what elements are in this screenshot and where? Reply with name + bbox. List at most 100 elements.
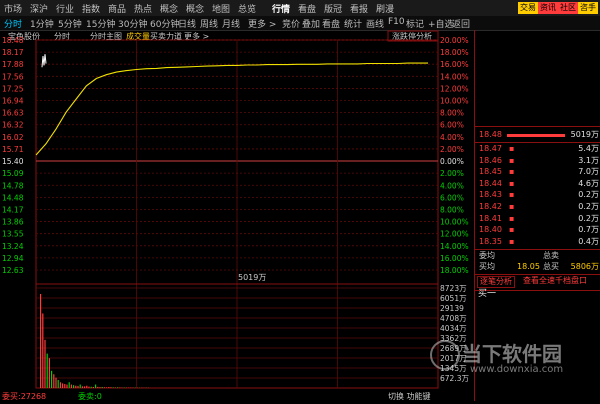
buy-price: 18.40 xyxy=(479,225,502,235)
orderbook-sell-row[interactable]: 18.485019万 xyxy=(475,130,600,140)
price-line xyxy=(36,63,428,155)
pct-tick-label: 10.00% xyxy=(440,97,469,106)
top-button-2[interactable]: 社区 xyxy=(558,2,578,14)
toolbar-button-3[interactable]: 统计 xyxy=(344,17,362,30)
period-tab-7[interactable]: 周线 xyxy=(200,17,218,30)
queue-label: 买一 xyxy=(478,286,496,299)
menu-item-10[interactable]: 行情 xyxy=(272,2,290,15)
volume-bar xyxy=(75,386,76,388)
volume-bar xyxy=(86,386,87,388)
ask-volume-label: 委卖:0 xyxy=(78,391,102,401)
period-tab-4[interactable]: 30分钟 xyxy=(118,17,147,30)
period-tab-8[interactable]: 月线 xyxy=(222,17,240,30)
volume-bar xyxy=(102,387,103,388)
price-tick-label: 12.94 xyxy=(2,254,24,263)
pct-tick-label: 4.00% xyxy=(440,133,464,142)
menu-item-9[interactable]: 总览 xyxy=(238,2,256,15)
volume-bar xyxy=(93,387,94,388)
switch-function-label[interactable]: 切换 功能键 xyxy=(388,391,431,401)
toolbar-button-7[interactable]: +自选 xyxy=(428,17,454,30)
buy-volume-dot-icon: ▪ xyxy=(509,167,514,177)
menu-item-2[interactable]: 行业 xyxy=(56,2,74,15)
menu-item-3[interactable]: 指数 xyxy=(82,2,100,15)
orderbook-buy-row[interactable]: 18.40 ▪ 0.7万 xyxy=(475,225,600,235)
toolbar-button-1[interactable]: 叠加 xyxy=(302,17,320,30)
watermark-logo-icon xyxy=(430,340,460,370)
full-depth-tab[interactable]: 查看全速千档盘口 xyxy=(523,276,587,286)
toolbar-button-4[interactable]: 画线 xyxy=(366,17,384,30)
period-tab-3[interactable]: 15分钟 xyxy=(86,17,115,30)
top-button-0[interactable]: 交易 xyxy=(518,2,538,14)
buy-volume-dot-icon: ▪ xyxy=(509,225,514,235)
volume-tick-label: 672.3万 xyxy=(440,374,469,383)
volume-bar xyxy=(69,382,70,388)
volume-bar xyxy=(42,313,43,388)
menu-item-7[interactable]: 概念 xyxy=(186,2,204,15)
pct-tick-label: 2.00% xyxy=(440,169,464,178)
toolbar-button-0[interactable]: 竞价 xyxy=(282,17,300,30)
orderbook-buy-row[interactable]: 18.35▪0.4万 xyxy=(475,237,600,247)
top-button-1[interactable]: 资讯 xyxy=(538,2,558,14)
volume-bar xyxy=(66,385,67,388)
volume-bar xyxy=(104,387,105,388)
volume-bar xyxy=(49,358,50,388)
buy-amount: 4.6万 xyxy=(578,179,599,189)
menu-item-8[interactable]: 地图 xyxy=(212,2,230,15)
volume-bar xyxy=(117,387,118,388)
orderbook-buy-row[interactable]: 18.45▪7.0万 xyxy=(475,167,600,177)
menu-item-4[interactable]: 商品 xyxy=(108,2,126,15)
pct-tick-label: 2.00% xyxy=(440,145,464,154)
orderbook-buy-row[interactable]: 18.42▪0.2万 xyxy=(475,202,600,212)
buy-price: 18.47 xyxy=(479,144,502,154)
buy-price: 18.42 xyxy=(479,202,502,212)
buy-volume-dot-icon: ▪ xyxy=(509,144,514,154)
buy-volume-dot-icon: ▪ xyxy=(509,156,514,166)
pct-tick-label: 8.00% xyxy=(440,109,464,118)
buy-volume-dot-icon: ▪ xyxy=(509,202,514,212)
orderbook-buy-row[interactable]: 18.47▪5.4万 xyxy=(475,144,600,154)
menu-item-14[interactable]: 刷漫 xyxy=(376,2,394,15)
toolbar-button-2[interactable]: 看盘 xyxy=(322,17,340,30)
volume-bar xyxy=(77,386,78,388)
top-button-3[interactable]: 咨手 xyxy=(578,2,598,14)
period-tab-1[interactable]: 1分钟 xyxy=(30,17,54,30)
buy-price: 18.41 xyxy=(479,214,502,224)
menu-item-6[interactable]: 概念 xyxy=(160,2,178,15)
menu-item-0[interactable]: 市场 xyxy=(4,2,22,15)
price-tick-label: 16.94 xyxy=(2,97,24,106)
intraday-chart-svg: 宝色股份分时分时主图成交量买卖力道更多 >涨跌停分析18.4820.00%18.… xyxy=(0,30,472,401)
orderbook-buy-row[interactable]: 18.43▪0.2万 xyxy=(475,190,600,200)
period-tab-6[interactable]: 日线 xyxy=(178,17,196,30)
volume-bar xyxy=(110,387,111,388)
pct-tick-label: 12.00% xyxy=(440,230,469,239)
menu-item-5[interactable]: 热点 xyxy=(134,2,152,15)
menu-item-11[interactable]: 看盘 xyxy=(298,2,316,15)
price-tick-label: 16.63 xyxy=(2,109,24,118)
period-tab-0[interactable]: 分时 xyxy=(4,17,22,30)
menu-item-1[interactable]: 深沪 xyxy=(30,2,48,15)
buy-amount: 0.2万 xyxy=(578,190,599,200)
buy-amount: 0.7万 xyxy=(578,225,599,235)
volume-bar xyxy=(115,387,116,388)
menu-item-12[interactable]: 版冠 xyxy=(324,2,342,15)
intraday-chart[interactable]: 宝色股份分时分时主图成交量买卖力道更多 >涨跌停分析18.4820.00%18.… xyxy=(0,30,472,401)
toolbar-button-6[interactable]: 标记 xyxy=(406,17,424,30)
bid-volume-label: 委买:27268 xyxy=(2,391,46,401)
pct-tick-label: 14.00% xyxy=(440,72,469,81)
volume-bar xyxy=(84,386,85,388)
volume-bar xyxy=(73,385,74,388)
orderbook-buy-row[interactable]: 18.44▪4.6万 xyxy=(475,179,600,189)
buy-volume-dot-icon: ▪ xyxy=(509,214,514,224)
sell-amount: 5019万 xyxy=(571,130,599,140)
period-toolbar: 分时 1分钟 5分钟 15分钟30分钟60分钟日线周线月线更多 > 竞价叠加看盘统计画… xyxy=(0,16,600,31)
toolbar-button-5[interactable]: F10 xyxy=(388,17,405,27)
price-tick-label: 15.40 xyxy=(2,157,24,166)
menu-item-13[interactable]: 看报 xyxy=(350,2,368,15)
period-tab-5[interactable]: 60分钟 xyxy=(150,17,179,30)
orderbook-buy-row[interactable]: 18.41▪0.2万 xyxy=(475,214,600,224)
toolbar-button-8[interactable]: 返回 xyxy=(452,17,470,30)
period-tab-9[interactable]: 更多 > xyxy=(248,17,276,30)
orderbook-buy-row[interactable]: 18.46▪3.1万 xyxy=(475,156,600,166)
price-tick-label: 18.17 xyxy=(2,48,24,57)
period-tab-2[interactable]: 5分钟 xyxy=(58,17,82,30)
